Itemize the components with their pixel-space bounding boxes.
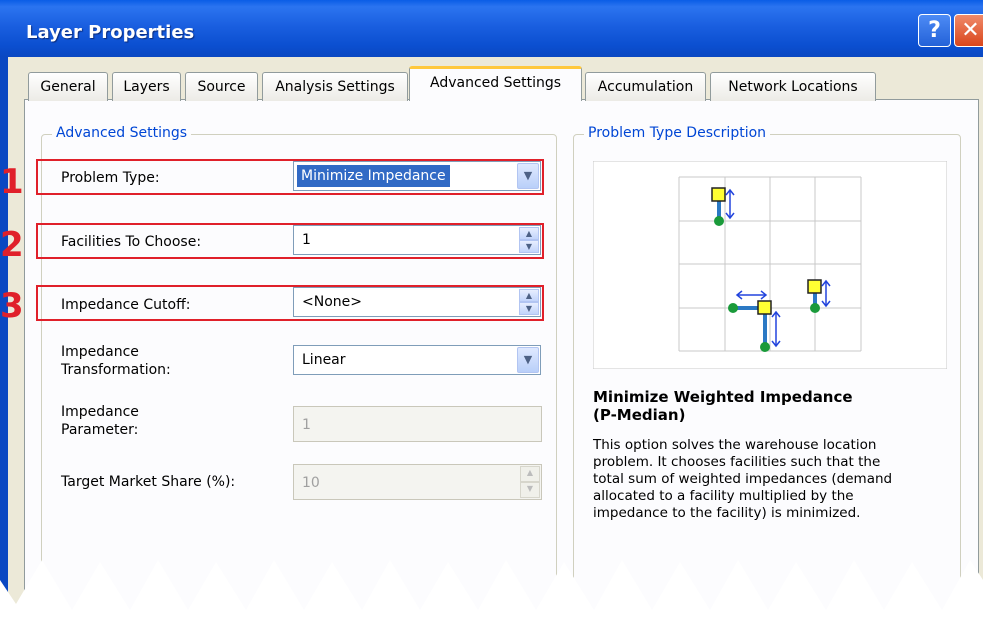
description-title-line1: Minimize Weighted Impedance [593, 388, 853, 406]
target-market-share-label: Target Market Share (%): [61, 474, 236, 490]
window-title: Layer Properties [26, 22, 195, 43]
impedance-transformation-label-line1: Impedance [61, 344, 139, 360]
p-median-diagram [593, 161, 947, 369]
description-line: problem. It chooses facilities such that… [593, 454, 881, 470]
impedance-parameter-label-line2: Parameter: [61, 422, 139, 438]
tab-advanced-settings[interactable]: Advanced Settings [409, 66, 582, 101]
tab-layers[interactable]: Layers [112, 72, 181, 101]
callout-number-3: 3 [0, 286, 24, 326]
callout-number-1: 1 [0, 162, 24, 202]
impedance-parameter-input[interactable]: 1 [293, 406, 542, 442]
highlight-facilities [36, 223, 544, 259]
impedance-parameter-label-line1: Impedance [61, 404, 139, 420]
impedance-transformation-dropdown[interactable]: Linear ▼ [293, 345, 541, 375]
tab-general[interactable]: General [28, 72, 108, 101]
spin-up-icon[interactable]: ▲ [520, 466, 540, 482]
impedance-transformation-label-line2: Transformation: [61, 362, 171, 378]
advanced-settings-legend: Advanced Settings [52, 125, 192, 141]
impedance-transformation-label: Impedance Transformation: [61, 343, 171, 379]
spin-down-icon[interactable]: ▼ [520, 482, 540, 498]
close-button[interactable]: ✕ [954, 14, 983, 47]
tab-accumulation[interactable]: Accumulation [585, 72, 706, 101]
market-share-spinner[interactable]: ▲ ▼ [520, 466, 540, 498]
help-button[interactable]: ? [918, 14, 951, 47]
chevron-down-icon[interactable]: ▼ [517, 347, 539, 373]
tab-analysis-settings[interactable]: Analysis Settings [262, 72, 408, 101]
impedance-parameter-label: Impedance Parameter: [61, 403, 139, 439]
description-line: allocated to a facility multiplied by th… [593, 488, 854, 504]
description-line: impedance to the facility) is minimized. [593, 505, 861, 521]
description-title: Minimize Weighted Impedance (P-Median) [593, 388, 853, 424]
description-line: This option solves the warehouse locatio… [593, 437, 877, 453]
highlight-cutoff [36, 285, 544, 321]
title-bar[interactable]: Layer Properties ? ✕ [0, 0, 983, 57]
impedance-transformation-value: Linear [302, 352, 346, 368]
callout-number-2: 2 [0, 225, 24, 265]
tab-source[interactable]: Source [185, 72, 258, 101]
layer-properties-window: Layer Properties ? ✕ Advanced Settings P… [0, 0, 983, 620]
description-line: total sum of weighted impedances (demand [593, 471, 893, 487]
torn-edge-decoration [0, 560, 983, 620]
description-text: This option solves the warehouse locatio… [593, 437, 892, 522]
impedance-parameter-value: 1 [302, 417, 311, 433]
description-title-line2: (P-Median) [593, 406, 686, 424]
tab-network-locations[interactable]: Network Locations [710, 72, 876, 101]
problem-type-description-legend: Problem Type Description [584, 125, 771, 141]
target-market-share-value: 10 [302, 475, 320, 491]
target-market-share-input[interactable]: 10 ▲ ▼ [293, 464, 542, 500]
highlight-problem-type [36, 159, 544, 195]
